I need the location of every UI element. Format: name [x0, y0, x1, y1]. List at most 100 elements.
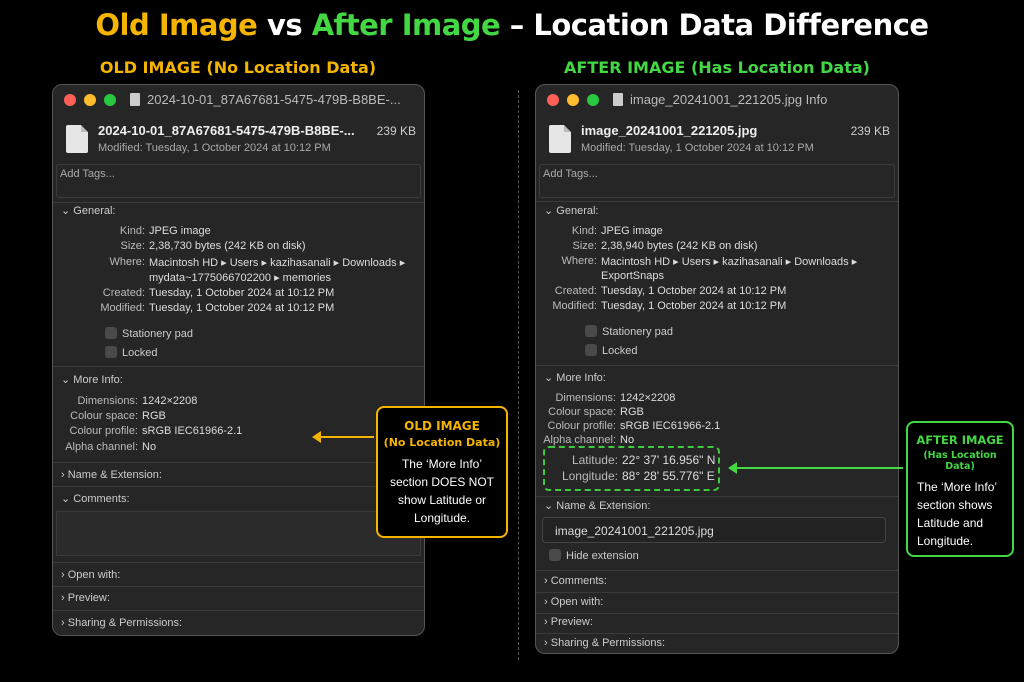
- section-label: Open with:: [550, 596, 604, 608]
- close-button[interactable]: [547, 94, 559, 106]
- section-sharing-toggle[interactable]: › Sharing & Permissions:: [544, 637, 665, 649]
- kind-label: Kind:: [119, 225, 145, 237]
- section-more-info-toggle[interactable]: ⌄ More Info:: [61, 373, 123, 386]
- section-general-toggle[interactable]: ⌄ General:: [544, 204, 598, 217]
- section-open-with-toggle[interactable]: › Open with:: [544, 596, 603, 608]
- after-image-heading: AFTER IMAGE (Has Location Data): [564, 58, 870, 77]
- created-label: Created:: [554, 285, 597, 297]
- kind-label: Kind:: [571, 225, 597, 237]
- window-title: image_20241001_221205.jpg Info: [630, 92, 828, 107]
- locked-label: Locked: [602, 345, 638, 357]
- title-after: After Image: [311, 8, 501, 42]
- minimize-button[interactable]: [84, 94, 96, 106]
- colour-space-row: Colour space: RGB: [70, 410, 166, 422]
- section-label: Sharing & Permissions:: [550, 637, 666, 649]
- zoom-button[interactable]: [104, 94, 116, 106]
- tags-field[interactable]: Add Tags...: [56, 164, 421, 198]
- modified-row: Modified: Tuesday, 1 October 2024 at 10:1…: [100, 302, 334, 314]
- section-label: Preview:: [67, 592, 110, 604]
- section-comments-toggle[interactable]: › Comments:: [544, 575, 607, 587]
- comments-textarea[interactable]: [56, 511, 421, 556]
- alpha-channel-label: Alpha channel:: [543, 434, 616, 446]
- title-vs: vs: [257, 8, 312, 42]
- kind-row: Kind: JPEG image: [572, 225, 663, 237]
- created-row: Created: Tuesday, 1 October 2024 at 10:12…: [555, 285, 786, 297]
- section-comments-toggle[interactable]: ⌄ Comments:: [61, 492, 130, 505]
- file-size: 239 KB: [376, 124, 416, 138]
- separator: [53, 366, 424, 367]
- document-icon: [613, 93, 623, 106]
- latitude-label: Latitude:: [571, 453, 618, 467]
- callout-subheading: (No Location Data): [383, 436, 501, 449]
- callout-heading: AFTER IMAGE: [916, 433, 1004, 447]
- created-row: Created: Tuesday, 1 October 2024 at 10:12…: [103, 287, 335, 299]
- where-value: Macintosh HD ▸ Users ▸ kazihasanali ▸ Do…: [601, 256, 858, 268]
- hide-extension-checkbox[interactable]: Hide extension: [549, 549, 639, 562]
- jpeg-file-icon: [549, 125, 571, 153]
- kind-value: JPEG image: [149, 225, 211, 237]
- size-label: Size:: [120, 240, 145, 252]
- stationery-pad-checkbox[interactable]: Stationery pad: [585, 325, 673, 338]
- locked-checkbox[interactable]: Locked: [585, 344, 637, 357]
- section-label: More Info:: [73, 374, 123, 386]
- where-value-cont: mydata~1775066702200 ▸ memories: [149, 272, 331, 284]
- alpha-channel-value: No: [142, 441, 157, 453]
- section-general-toggle[interactable]: ⌄ General:: [61, 204, 115, 217]
- dimensions-row: Dimensions: 1242×2208: [555, 392, 676, 404]
- section-label: Name & Extension:: [556, 500, 651, 512]
- file-name-input-value: image_20241001_221205.jpg: [555, 524, 714, 538]
- section-label: General:: [556, 205, 599, 217]
- separator: [536, 496, 898, 497]
- file-name-input[interactable]: image_20241001_221205.jpg: [542, 517, 886, 543]
- where-value: Macintosh HD ▸ Users ▸ kazihasanali ▸ Do…: [149, 257, 406, 269]
- callout-heading: OLD IMAGE: [404, 419, 480, 433]
- separator: [53, 462, 424, 463]
- created-value: Tuesday, 1 October 2024 at 10:12 PM: [149, 287, 335, 299]
- section-name-extension-toggle[interactable]: ⌄ Name & Extension:: [544, 499, 650, 512]
- size-row: Size: 2,38,940 bytes (242 KB on disk): [573, 240, 758, 252]
- minimize-button[interactable]: [567, 94, 579, 106]
- title-old: Old Image: [95, 8, 258, 42]
- section-open-with-toggle[interactable]: › Open with:: [61, 569, 120, 581]
- separator: [536, 365, 898, 366]
- where-value-cont: ExportSnaps: [601, 270, 664, 282]
- tags-field[interactable]: Add Tags...: [539, 164, 895, 198]
- size-label: Size:: [572, 240, 597, 252]
- locked-checkbox[interactable]: Locked: [105, 346, 157, 359]
- where-label: Where:: [109, 256, 145, 268]
- colour-space-label: Colour space:: [70, 410, 138, 422]
- center-divider: [518, 90, 519, 660]
- section-preview-toggle[interactable]: › Preview:: [61, 592, 110, 604]
- section-name-extension-toggle[interactable]: › Name & Extension:: [61, 469, 162, 481]
- modified-value: Tuesday, 1 October 2024 at 10:12 PM: [601, 300, 787, 312]
- title-rest: – Location Data Difference: [500, 8, 929, 42]
- separator: [53, 610, 424, 611]
- section-label: General:: [73, 205, 116, 217]
- callout-body: The ‘More Info’ section shows Latitude a…: [917, 480, 997, 548]
- after-callout-arrow: [728, 462, 903, 474]
- modified-label: Modified:: [100, 302, 145, 314]
- where-row-cont: ExportSnaps: [601, 270, 664, 282]
- alpha-channel-row: Alpha channel: No: [543, 434, 634, 446]
- colour-profile-value: sRGB IEC61966-2.1: [142, 425, 243, 437]
- dimensions-value: 1242×2208: [620, 392, 676, 404]
- section-more-info-toggle[interactable]: ⌄ More Info:: [544, 371, 606, 384]
- old-image-info-window: 2024-10-01_87A67681-5475-479B-B8BE-... 2…: [52, 84, 425, 636]
- size-row: Size: 2,38,730 bytes (242 KB on disk): [121, 240, 306, 252]
- tags-placeholder: Add Tags...: [543, 168, 598, 180]
- alpha-channel-row: Alpha channel: No: [65, 441, 157, 453]
- file-modified: Modified: Tuesday, 1 October 2024 at 10:…: [581, 142, 814, 154]
- zoom-button[interactable]: [587, 94, 599, 106]
- kind-value: JPEG image: [601, 225, 663, 237]
- section-preview-toggle[interactable]: › Preview:: [544, 616, 593, 628]
- stationery-pad-checkbox[interactable]: Stationery pad: [105, 327, 193, 340]
- titlebar: image_20241001_221205.jpg Info: [536, 85, 898, 115]
- separator: [536, 633, 898, 634]
- close-button[interactable]: [64, 94, 76, 106]
- old-callout-arrow: [312, 431, 374, 443]
- tags-placeholder: Add Tags...: [60, 168, 115, 180]
- separator: [536, 570, 898, 571]
- size-value: 2,38,940 bytes (242 KB on disk): [601, 240, 758, 252]
- colour-space-label: Colour space:: [548, 406, 616, 418]
- section-sharing-toggle[interactable]: › Sharing & Permissions:: [61, 617, 182, 629]
